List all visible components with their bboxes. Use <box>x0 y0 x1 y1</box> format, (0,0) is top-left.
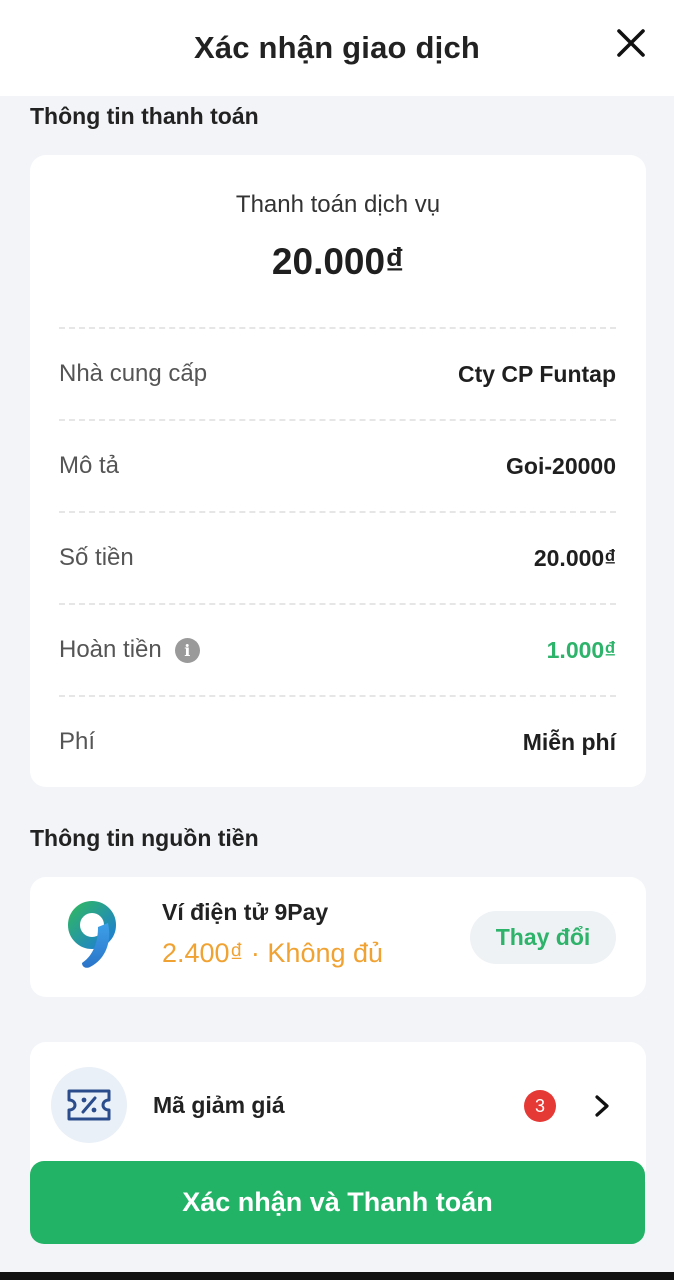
chevron-right-icon[interactable] <box>592 1092 612 1120</box>
change-source-button[interactable]: Thay đổi <box>470 911 616 964</box>
info-icon[interactable]: i <box>174 637 200 663</box>
ticket-percent-icon <box>67 1089 111 1121</box>
close-icon[interactable] <box>614 26 648 60</box>
voucher-count-badge: 3 <box>524 1090 556 1122</box>
voucher-label: Mã giảm giá <box>153 1092 285 1118</box>
source-section-title: Thông tin nguồn tiền <box>30 825 259 851</box>
row-label: Phí <box>59 728 96 755</box>
payment-card: Thanh toán dịch vụ 20.000₫ Nhà cung cấp … <box>30 155 646 787</box>
row-label-wrap: Hoàn tiền i <box>59 636 200 664</box>
header: Xác nhận giao dịch <box>0 0 674 96</box>
row-label: Hoàn tiền <box>59 636 162 663</box>
row-cashback: Hoàn tiền i 1.000₫ <box>59 603 616 695</box>
row-value: 1.000₫ <box>546 636 616 663</box>
row-value: Cty CP Funtap <box>457 360 616 387</box>
row-value: 20.000₫ <box>533 544 616 571</box>
9pay-logo-icon <box>68 901 116 968</box>
row-description: Mô tả Goi-20000 <box>59 419 616 511</box>
payment-section-title: Thông tin thanh toán <box>30 103 259 129</box>
confirm-payment-button[interactable]: Xác nhận và Thanh toán <box>30 1161 645 1244</box>
row-label: Số tiền <box>59 544 134 571</box>
bottom-bar <box>0 1272 674 1280</box>
row-fee: Phí Miễn phí <box>59 695 616 787</box>
page-title: Xác nhận giao dịch <box>193 30 481 65</box>
source-card: Ví điện tử 9Pay 2.400₫ · Không đủ Thay đ… <box>30 877 646 997</box>
wallet-balance: 2.400₫ · Không đủ <box>162 938 384 968</box>
voucher-icon-wrap <box>51 1067 127 1143</box>
row-value: Miễn phí <box>522 728 616 755</box>
row-label: Nhà cung cấp <box>59 360 208 387</box>
row-value: Goi-20000 <box>506 452 616 479</box>
wallet-name: Ví điện tử 9Pay <box>162 899 329 925</box>
payment-amount: 20.000₫ <box>271 241 405 282</box>
payment-label: Thanh toán dịch vụ <box>235 191 441 218</box>
row-label: Mô tả <box>59 452 120 479</box>
row-provider: Nhà cung cấp Cty CP Funtap <box>59 327 616 419</box>
row-amount: Số tiền 20.000₫ <box>59 511 616 603</box>
